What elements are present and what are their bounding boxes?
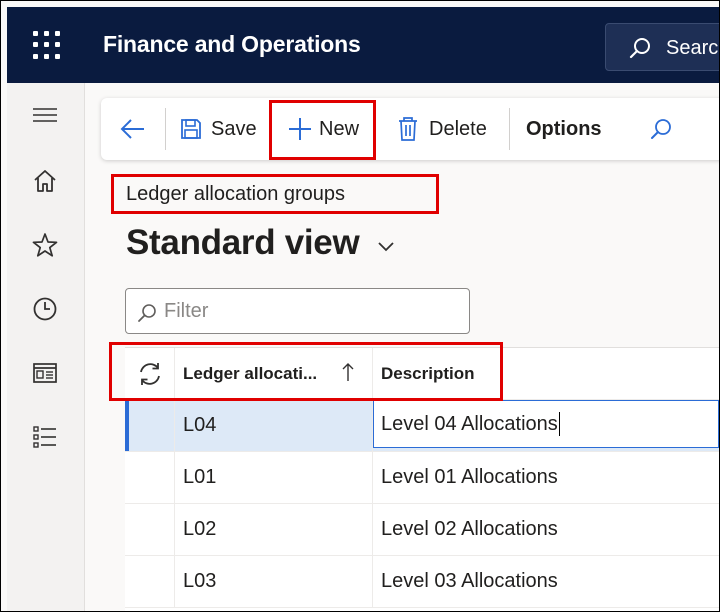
table-row[interactable]: L04 Level 04 Allocations: [125, 400, 719, 452]
new-label: New: [319, 117, 360, 140]
search-icon: [651, 119, 671, 139]
table-row[interactable]: L01 Level 01 Allocations: [125, 452, 719, 504]
column-header-label: Description: [381, 363, 475, 383]
sort-ascending-icon: [342, 363, 354, 381]
ledger-allocation-cell[interactable]: L02: [175, 504, 373, 555]
description-cell[interactable]: Level 02 Allocations: [373, 504, 719, 555]
waffle-icon[interactable]: [33, 31, 61, 59]
plus-icon: [289, 118, 311, 140]
app-title: Finance and Operations: [103, 31, 361, 57]
hamburger-icon[interactable]: [31, 101, 59, 129]
options-tab[interactable]: Options: [526, 98, 602, 160]
column-header-description[interactable]: Description: [373, 348, 719, 399]
search-icon: [629, 38, 650, 59]
filter-box: [125, 288, 470, 334]
row-selector[interactable]: [125, 556, 175, 607]
save-icon: [181, 119, 201, 139]
action-search-button[interactable]: [649, 98, 673, 160]
filter-input[interactable]: [164, 297, 454, 325]
home-icon[interactable]: [31, 167, 59, 195]
save-button[interactable]: Save: [179, 98, 257, 160]
description-value: Level 04 Allocations: [381, 412, 558, 435]
description-cell[interactable]: Level 03 Allocations: [373, 556, 719, 607]
search-label: Search: [666, 37, 719, 59]
delete-button[interactable]: Delete: [397, 98, 487, 160]
ledger-allocation-cell[interactable]: L03: [175, 556, 373, 607]
row-selector[interactable]: [125, 400, 175, 451]
new-button[interactable]: New: [287, 98, 359, 160]
app-frame: Finance and Operations Search: [0, 0, 720, 612]
table-row[interactable]: L03 Level 03 Allocations: [125, 556, 719, 608]
left-nav-rail: [7, 83, 85, 611]
clock-icon[interactable]: [31, 295, 59, 323]
column-header-ledger-allocation[interactable]: Ledger allocati...: [175, 348, 373, 399]
save-label: Save: [211, 117, 257, 140]
row-selector[interactable]: [125, 504, 175, 555]
trash-icon: [399, 117, 417, 141]
chevron-down-icon[interactable]: [377, 241, 395, 253]
back-arrow-icon: [120, 119, 144, 139]
column-header-label: Ledger allocati...: [183, 363, 318, 383]
back-button[interactable]: [119, 98, 147, 160]
row-selector[interactable]: [125, 452, 175, 503]
ledger-allocation-cell[interactable]: L01: [175, 452, 373, 503]
star-icon[interactable]: [31, 231, 59, 259]
options-label: Options: [526, 117, 602, 140]
select-all-cell[interactable]: [125, 348, 175, 399]
grid-header-row: Ledger allocati... Description: [125, 348, 719, 400]
breadcrumb: Ledger allocation groups: [126, 183, 346, 205]
action-pane: Save New Delete Options: [101, 98, 719, 160]
search-icon: [138, 304, 156, 322]
global-search-button[interactable]: Search: [605, 23, 719, 71]
workspace-icon[interactable]: [31, 359, 59, 387]
top-nav-bar: Finance and Operations Search: [7, 7, 719, 83]
view-selector[interactable]: Standard view: [126, 223, 360, 263]
delete-label: Delete: [429, 117, 487, 140]
description-input[interactable]: Level 04 Allocations: [373, 400, 719, 448]
table-row[interactable]: L02 Level 02 Allocations: [125, 504, 719, 556]
ledger-allocation-cell[interactable]: L04: [175, 400, 373, 451]
modules-icon[interactable]: [31, 423, 59, 451]
refresh-icon[interactable]: [136, 360, 164, 388]
description-cell[interactable]: Level 01 Allocations: [373, 452, 719, 503]
ledger-allocation-grid: Ledger allocati... Description L04 Level…: [125, 347, 719, 611]
